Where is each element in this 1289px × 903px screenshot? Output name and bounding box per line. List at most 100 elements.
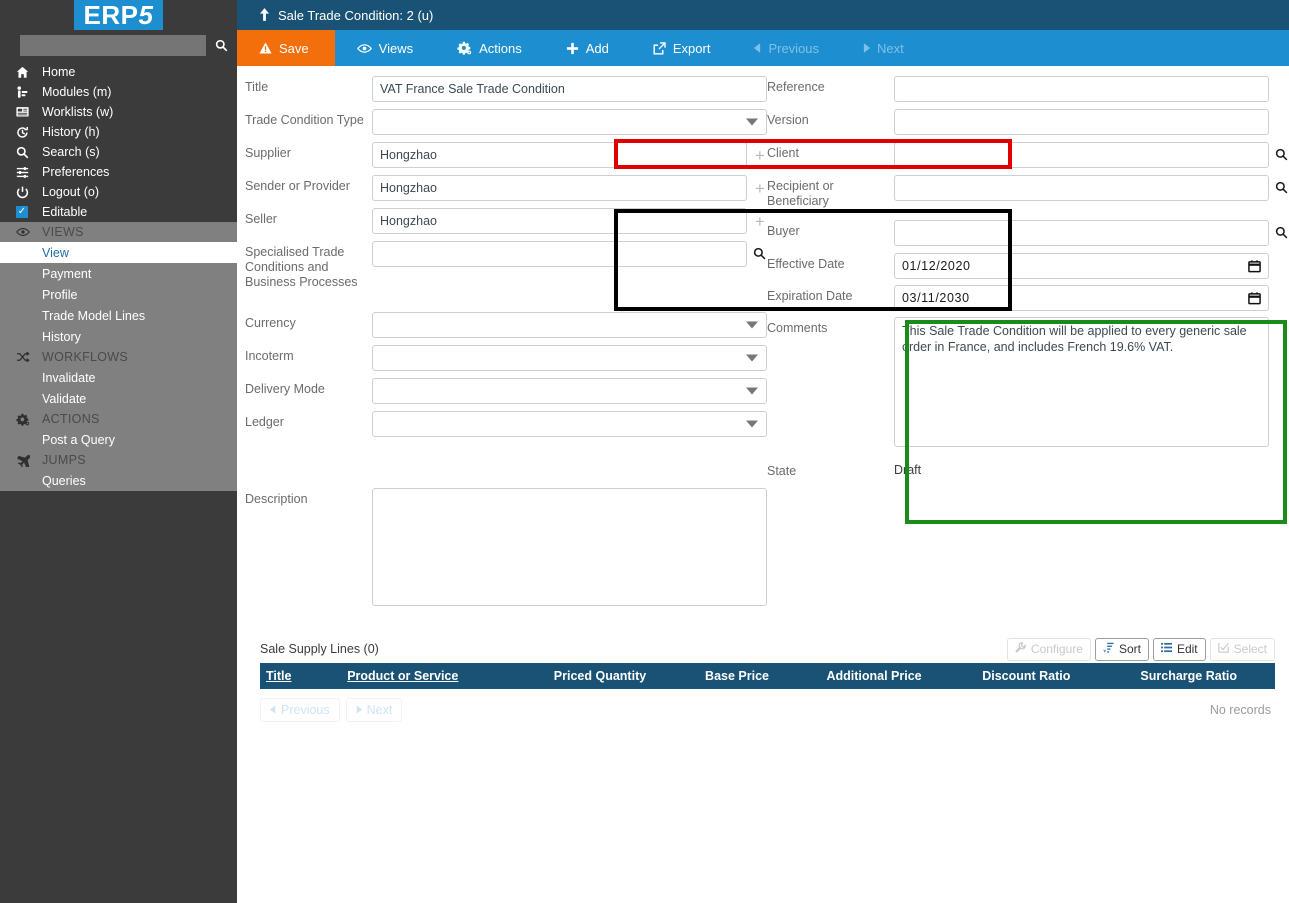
search-icon[interactable] bbox=[1275, 226, 1289, 241]
column-title-label: Title bbox=[266, 669, 292, 683]
sidebar-item-logout[interactable]: Logout (o) bbox=[0, 182, 237, 202]
listbox-next-button[interactable]: Next bbox=[345, 698, 403, 722]
supplier-input[interactable] bbox=[372, 142, 747, 168]
sidebar-item-history-view[interactable]: History bbox=[0, 326, 237, 347]
seller-input[interactable] bbox=[372, 208, 747, 234]
views-button[interactable]: Views bbox=[335, 30, 435, 66]
reference-input[interactable] bbox=[894, 76, 1269, 102]
column-base-price[interactable]: Base Price bbox=[676, 663, 798, 689]
sidebar-item-label: Profile bbox=[42, 287, 78, 302]
client-input[interactable] bbox=[894, 142, 1269, 168]
sidebar-item-profile[interactable]: Profile bbox=[0, 284, 237, 305]
warning-triangle-icon bbox=[259, 42, 272, 54]
add-button[interactable]: Add bbox=[544, 30, 631, 66]
sidebar-item-label: History bbox=[42, 329, 81, 344]
ledger-select[interactable] bbox=[372, 411, 767, 437]
comments-label: Comments bbox=[767, 321, 828, 335]
sidebar-item-validate[interactable]: Validate bbox=[0, 388, 237, 409]
logo-suffix: 5 bbox=[138, 0, 154, 30]
currency-label: Currency bbox=[245, 316, 296, 330]
triangle-right-icon bbox=[863, 43, 871, 53]
sidebar-item-history[interactable]: History (h) bbox=[0, 122, 237, 142]
sidebar-item-trade-model-lines[interactable]: Trade Model Lines bbox=[0, 305, 237, 326]
sidebar-item-editable[interactable]: ✓ Editable bbox=[0, 202, 237, 222]
search-icon[interactable] bbox=[753, 247, 767, 262]
form-left-column: Title Trade Condition Type bbox=[237, 76, 767, 613]
expiration-date-input[interactable] bbox=[894, 285, 1269, 311]
column-discount-ratio[interactable]: Discount Ratio bbox=[950, 663, 1103, 689]
sidebar-item-invalidate[interactable]: Invalidate bbox=[0, 367, 237, 388]
listbox-previous-button[interactable]: Previous bbox=[260, 698, 340, 722]
sidebar-item-preferences[interactable]: Preferences bbox=[0, 162, 237, 182]
reference-label: Reference bbox=[767, 80, 825, 94]
preferences-icon bbox=[16, 166, 42, 179]
seller-label: Seller bbox=[245, 212, 277, 226]
sidebar-item-label: Queries bbox=[42, 473, 86, 488]
listbox-header-row: Title Product or Service Priced Quantity… bbox=[260, 663, 1275, 689]
listbox-table: Title Product or Service Priced Quantity… bbox=[260, 663, 1275, 689]
effective-date-input[interactable] bbox=[894, 253, 1269, 279]
description-textarea[interactable] bbox=[372, 488, 767, 606]
recipient-or-beneficiary-label: Recipient or Beneficiary bbox=[767, 179, 834, 208]
sidebar-group-label: VIEWS bbox=[42, 225, 84, 239]
recipient-or-beneficiary-input[interactable] bbox=[894, 175, 1269, 201]
column-product-or-service[interactable]: Product or Service bbox=[341, 663, 524, 689]
configure-label: Configure bbox=[1030, 642, 1083, 656]
title-label: Title bbox=[245, 80, 269, 94]
delivery-mode-select[interactable] bbox=[372, 378, 767, 404]
add-supplier-icon[interactable]: + bbox=[753, 147, 767, 164]
checkbox-checked-icon: ✓ bbox=[16, 206, 28, 218]
field-row-version: Version bbox=[767, 109, 1289, 135]
incoterm-select[interactable] bbox=[372, 345, 767, 371]
search-icon[interactable] bbox=[1275, 148, 1289, 163]
search-icon bbox=[16, 146, 42, 159]
column-title[interactable]: Title bbox=[260, 663, 342, 689]
comments-textarea[interactable]: This Sale Trade Condition will be applie… bbox=[894, 317, 1269, 447]
up-arrow-icon[interactable] bbox=[259, 7, 270, 23]
sidebar-item-modules[interactable]: Modules (m) bbox=[0, 82, 237, 102]
buyer-input[interactable] bbox=[894, 220, 1269, 246]
column-surcharge-ratio[interactable]: Surcharge Ratio bbox=[1102, 663, 1275, 689]
sidebar-item-label: Invalidate bbox=[42, 370, 96, 385]
edit-button[interactable]: Edit bbox=[1152, 637, 1206, 661]
add-sender-icon[interactable]: + bbox=[753, 180, 767, 197]
field-row-sender-or-provider: Sender or Provider + bbox=[245, 175, 767, 201]
erp5-logo[interactable]: ERP5 bbox=[73, 0, 164, 30]
sidebar-item-post-a-query[interactable]: Post a Query bbox=[0, 429, 237, 450]
column-additional-price[interactable]: Additional Price bbox=[797, 663, 951, 689]
actions-button[interactable]: Actions bbox=[435, 30, 544, 66]
sidebar-item-search[interactable]: Search (s) bbox=[0, 142, 237, 162]
sidebar-item-payment[interactable]: Payment bbox=[0, 263, 237, 284]
form-columns: Title Trade Condition Type bbox=[237, 76, 1289, 613]
sender-or-provider-input[interactable] bbox=[372, 175, 747, 201]
trade-condition-type-select[interactable] bbox=[372, 109, 767, 135]
version-input[interactable] bbox=[894, 109, 1269, 135]
search-icon[interactable] bbox=[213, 37, 229, 55]
title-input[interactable] bbox=[372, 76, 767, 102]
save-button[interactable]: Save bbox=[237, 30, 335, 66]
search-input[interactable] bbox=[20, 35, 206, 56]
search-icon[interactable] bbox=[1275, 181, 1289, 196]
sidebar-item-queries[interactable]: Queries bbox=[0, 470, 237, 491]
field-row-effective-date: Effective Date bbox=[767, 253, 1289, 279]
listbox-pagination: Previous Next bbox=[260, 698, 403, 722]
sidebar-item-view[interactable]: View bbox=[0, 242, 237, 263]
ledger-label: Ledger bbox=[245, 415, 284, 429]
column-surcharge-ratio-label: Surcharge Ratio bbox=[1140, 669, 1237, 683]
add-seller-icon[interactable]: + bbox=[753, 213, 767, 230]
sidebar-item-home[interactable]: Home bbox=[0, 62, 237, 82]
sort-button[interactable]: Sort bbox=[1094, 637, 1149, 661]
currency-select[interactable] bbox=[372, 312, 767, 338]
sidebar-groups: VIEWS View Payment Profile Trade Model L… bbox=[0, 222, 237, 491]
logo-text: ERP bbox=[83, 0, 139, 30]
specialised-trade-conditions-input[interactable] bbox=[372, 241, 747, 267]
list-icon bbox=[1160, 642, 1172, 656]
version-label: Version bbox=[767, 113, 809, 127]
export-button[interactable]: Export bbox=[631, 30, 733, 66]
sidebar-item-worklists[interactable]: Worklists (w) bbox=[0, 102, 237, 122]
sidebar-item-label: Payment bbox=[42, 266, 92, 281]
wrench-icon bbox=[1015, 642, 1026, 656]
state-label: State bbox=[767, 464, 797, 478]
column-priced-quantity[interactable]: Priced Quantity bbox=[523, 663, 677, 689]
sale-supply-lines-listbox: Sale Supply Lines (0) Configure Sort Edi… bbox=[245, 635, 1275, 722]
